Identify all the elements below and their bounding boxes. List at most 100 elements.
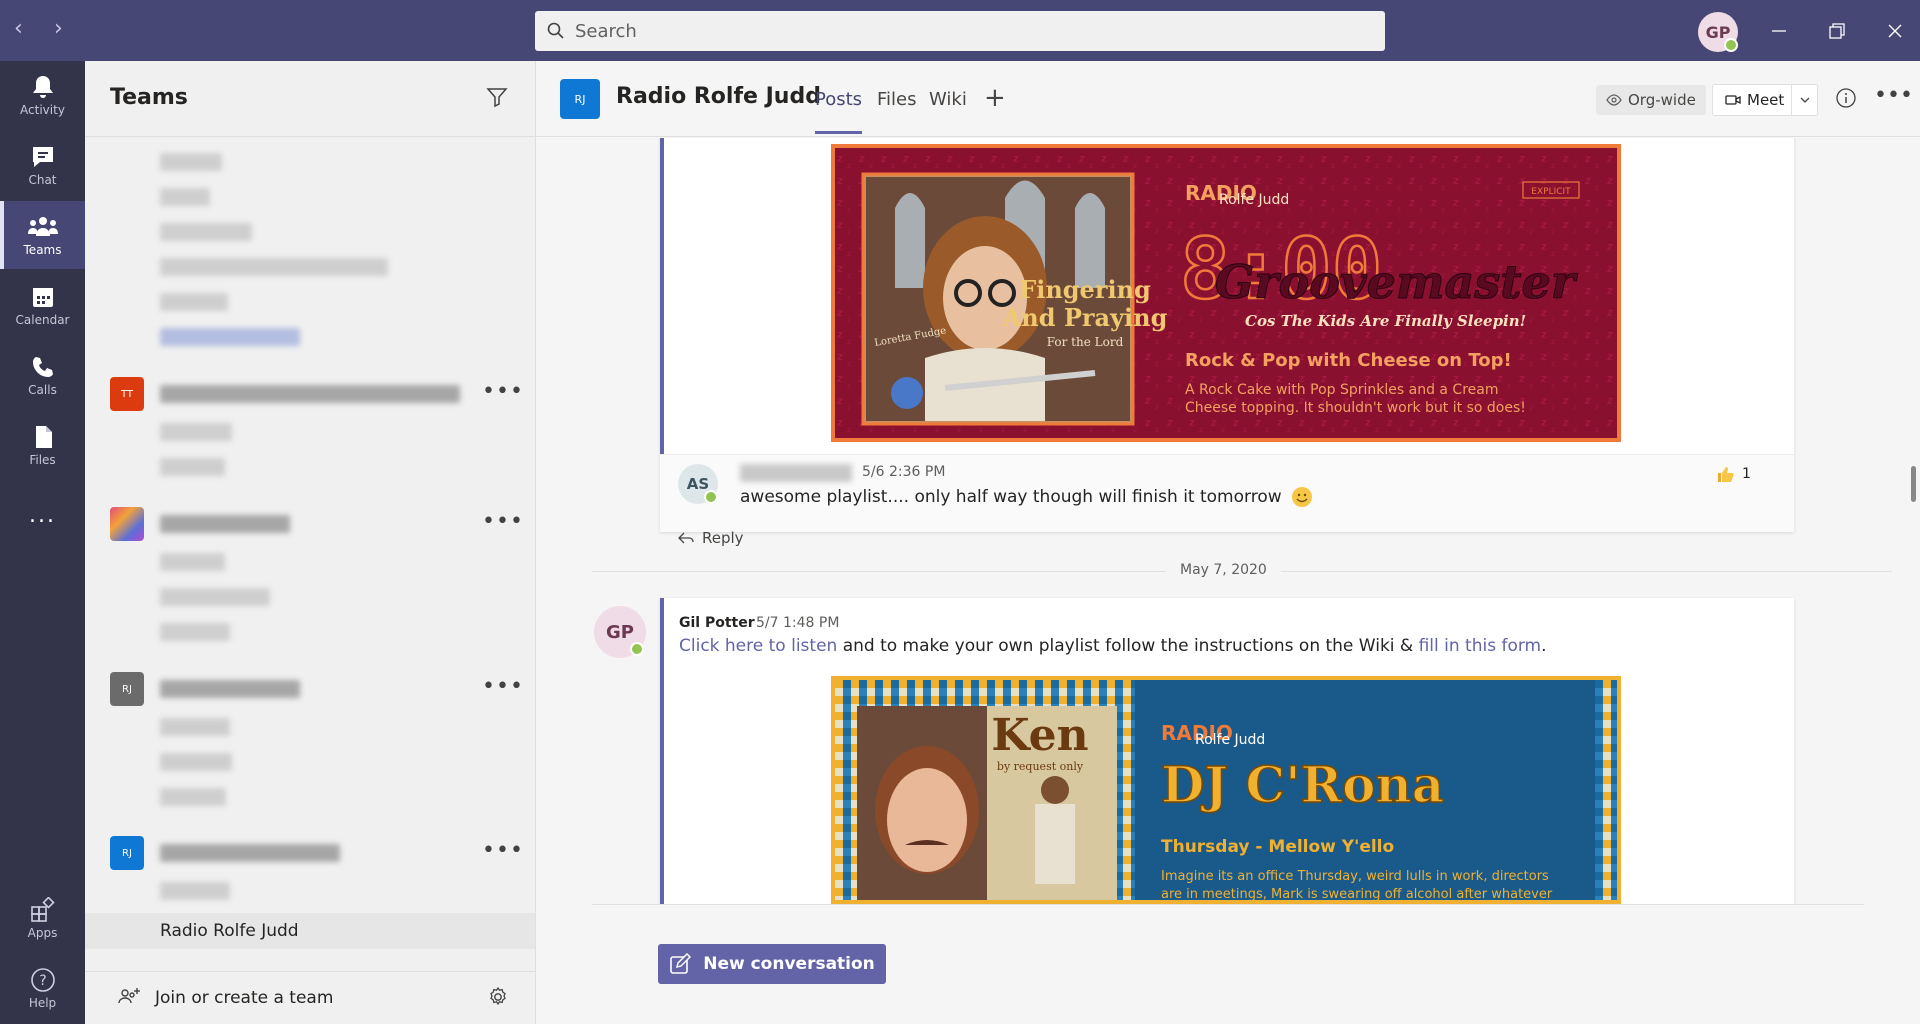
rail-item-calendar[interactable]: Calendar <box>0 271 85 339</box>
history-nav: ‹ › <box>14 18 74 42</box>
rail-item-activity[interactable]: Activity <box>0 61 85 129</box>
rail-more-button[interactable]: ... <box>0 481 85 549</box>
team-list-item[interactable] <box>160 153 222 171</box>
banner1-desc-1: A Rock Cake with Pop Sprinkles and a Cre… <box>1185 382 1499 398</box>
channel-item[interactable] <box>160 588 270 606</box>
org-wide-badge[interactable]: Org-wide <box>1596 85 1706 115</box>
rail-item-help[interactable]: ? Help <box>0 954 85 1022</box>
rail-label-help: Help <box>28 996 57 1010</box>
forward-arrow-icon[interactable]: › <box>54 18 74 42</box>
groovemaster-banner-image[interactable]: z z Fingering And Praying For the Lord L… <box>831 144 1621 442</box>
more-dots-icon: ... <box>29 502 56 528</box>
message-list: z z Fingering And Praying For the Lord L… <box>536 138 1920 904</box>
like-count: 1 <box>1742 466 1751 482</box>
new-conversation-label: New conversation <box>703 954 875 974</box>
listen-link[interactable]: Click here to listen <box>679 636 837 656</box>
reply-arrow-icon <box>678 532 694 544</box>
reply-avatar[interactable]: AS <box>678 464 718 504</box>
team-tile[interactable]: TT <box>110 377 144 411</box>
team-list-item[interactable] <box>160 258 388 276</box>
search-box[interactable] <box>535 11 1385 51</box>
team-tile[interactable] <box>110 507 144 541</box>
form-link[interactable]: fill in this form <box>1419 636 1542 656</box>
tab-files[interactable]: Files <box>877 89 917 110</box>
post-message-text: Click here to listen and to make your ow… <box>679 636 1547 656</box>
banner2-art: Ken by request only RADIO Rolfe Judd DJ … <box>835 680 1617 902</box>
channel-item[interactable] <box>160 788 226 806</box>
channel-item[interactable] <box>160 882 230 900</box>
team-more-options[interactable]: ••• <box>482 840 523 866</box>
team-tile[interactable]: RJ <box>110 672 144 706</box>
team-more-options[interactable]: ••• <box>482 511 523 537</box>
like-reaction[interactable]: 1 <box>1716 465 1751 483</box>
team-list-item[interactable] <box>160 328 300 346</box>
channel-header: RJ Radio Rolfe Judd Posts Files Wiki + O… <box>536 61 1920 137</box>
team-tile[interactable]: RJ <box>110 836 144 870</box>
rail-item-chat[interactable]: Chat <box>0 131 85 199</box>
team-list-item[interactable] <box>160 223 252 241</box>
presence-available-icon <box>630 642 644 656</box>
minimize-button[interactable] <box>1762 14 1796 48</box>
tab-posts[interactable]: Posts <box>815 89 863 134</box>
meet-split-button: Meet <box>1712 84 1818 116</box>
team-name[interactable] <box>160 515 290 533</box>
presence-away-icon <box>704 490 718 504</box>
filter-button[interactable] <box>485 85 513 113</box>
channel-item[interactable] <box>160 753 232 771</box>
message-scrollbar-thumb[interactable] <box>1911 466 1916 502</box>
add-team-icon[interactable] <box>117 987 141 1013</box>
dj-crona-banner-image[interactable]: Ken by request only RADIO Rolfe Judd DJ … <box>831 676 1621 904</box>
channel-item[interactable] <box>160 623 230 641</box>
meet-dropdown-button[interactable] <box>1791 85 1817 115</box>
reply-author-name[interactable] <box>740 464 852 482</box>
svg-text:?: ? <box>39 973 46 989</box>
reply-button[interactable]: Reply <box>678 529 744 547</box>
channel-more-options[interactable]: ••• <box>1874 85 1913 107</box>
manage-teams-button[interactable] <box>487 986 509 1012</box>
banner2-station-name: Rolfe Judd <box>1195 732 1265 748</box>
back-arrow-icon[interactable]: ‹ <box>14 18 34 42</box>
rail-item-teams[interactable]: Teams <box>0 201 85 269</box>
channel-item-selected[interactable]: Radio Rolfe Judd <box>85 913 535 949</box>
channel-title: Radio Rolfe Judd <box>616 84 821 109</box>
info-icon <box>1836 88 1856 108</box>
calendar-icon <box>31 283 55 311</box>
banner2-desc-2: are in meetings, Mark is swearing off al… <box>1161 887 1553 902</box>
rail-item-files[interactable]: Files <box>0 411 85 479</box>
channel-tile-initials: RJ <box>574 92 586 106</box>
team-more-options[interactable]: ••• <box>482 676 523 702</box>
bell-icon <box>31 73 55 101</box>
channel-item[interactable] <box>160 423 232 441</box>
maximize-button[interactable] <box>1820 14 1854 48</box>
channel-item[interactable] <box>160 458 225 476</box>
channel-info-button[interactable] <box>1835 87 1859 111</box>
team-name[interactable] <box>160 680 300 698</box>
rail-label-files: Files <box>29 453 56 467</box>
meet-button[interactable]: Meet <box>1713 91 1791 109</box>
search-input[interactable] <box>575 20 1335 42</box>
team-list-item[interactable] <box>160 293 228 311</box>
team-name[interactable] <box>160 385 460 403</box>
tab-wiki[interactable]: Wiki <box>929 89 967 110</box>
reply-message-text: awesome playlist.... only half way thoug… <box>740 486 1313 508</box>
add-tab-button[interactable]: + <box>984 83 1006 113</box>
team-list-item[interactable] <box>160 188 210 206</box>
team-name[interactable] <box>160 844 340 862</box>
chevron-down-icon <box>1800 97 1809 103</box>
close-button[interactable] <box>1878 14 1912 48</box>
join-create-team-link[interactable]: Join or create a team <box>155 988 333 1008</box>
new-conversation-button[interactable]: New conversation <box>658 944 886 984</box>
album-title: Ken <box>991 710 1088 761</box>
channel-item[interactable] <box>160 718 230 736</box>
rail-label-calls: Calls <box>28 383 57 397</box>
user-avatar[interactable]: GP <box>1698 12 1738 52</box>
rail-item-apps[interactable]: Apps <box>0 884 85 952</box>
banner1-station-name: Rolfe Judd <box>1219 192 1289 208</box>
team-more-options[interactable]: ••• <box>482 381 523 407</box>
album-subtitle: by request only <box>997 760 1084 773</box>
channel-item[interactable] <box>160 553 225 571</box>
post-author-avatar[interactable]: GP <box>594 606 646 658</box>
thread-indicator <box>660 138 664 454</box>
post-author-name[interactable]: Gil Potter <box>679 615 755 631</box>
rail-item-calls[interactable]: Calls <box>0 341 85 409</box>
